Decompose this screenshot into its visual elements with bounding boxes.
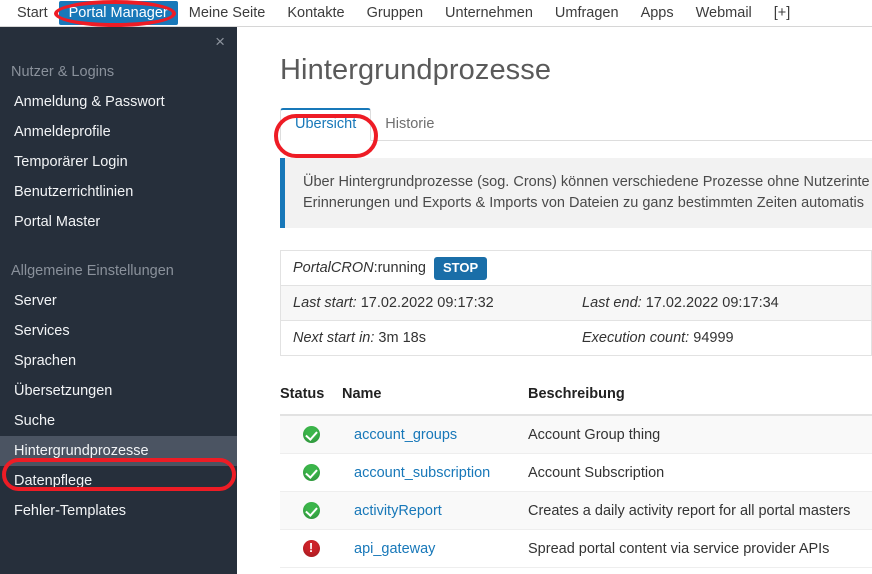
- description-cell: Creates a daily activity report for all …: [528, 491, 872, 530]
- execution-count-label: Execution count:: [582, 330, 690, 346]
- sidebar-item-1-1[interactable]: Services: [0, 316, 237, 346]
- topnav-item-8[interactable]: Webmail: [685, 1, 763, 25]
- sidebar-item-0-4[interactable]: Portal Master: [0, 207, 237, 237]
- topnav-item-7[interactable]: Apps: [630, 1, 685, 25]
- column-header-0: Status: [280, 378, 342, 416]
- last-end-label: Last end:: [582, 295, 642, 311]
- sidebar-item-1-4[interactable]: Suche: [0, 406, 237, 436]
- table-head: Status Name Beschreibung: [280, 378, 872, 416]
- next-start-cell: Next start in: 3m 18s: [293, 330, 582, 346]
- process-link[interactable]: api_gateway: [342, 541, 435, 557]
- last-start-cell: Last start: 17.02.2022 09:17:32: [293, 295, 582, 311]
- last-end-value: 17.02.2022 09:17:34: [645, 295, 779, 311]
- info-alert-line-2: Erinnerungen und Exports & Imports von D…: [303, 195, 864, 211]
- main-content: Hintergrundprozesse Übersicht Historie Üb…: [248, 27, 872, 574]
- cron-state-row: PortalCRON:running STOP: [281, 251, 871, 286]
- status-cell: [280, 415, 342, 454]
- table-row: account_groups Account Group thing: [280, 415, 872, 454]
- name-cell: api_gateway: [342, 529, 528, 568]
- error-circle-icon: [302, 539, 320, 557]
- sidebar-item-0-0[interactable]: Anmeldung & Passwort: [0, 87, 237, 117]
- stop-button[interactable]: STOP: [433, 256, 488, 280]
- description-cell: Spread portal content via service provid…: [528, 529, 872, 568]
- description-cell: Account Subscription: [528, 453, 872, 492]
- background-process-table: Status Name Beschreibung account_groups Acc…: [280, 378, 872, 568]
- sidebar-item-0-1[interactable]: Anmeldeprofile: [0, 117, 237, 147]
- cron-status-panel: PortalCRON:running STOP Last start: 17.0…: [280, 250, 872, 356]
- info-alert: Über Hintergrundprozesse (sog. Crons) kö…: [280, 158, 872, 228]
- column-header-2: Beschreibung: [528, 378, 872, 416]
- sidebar-item-1-0[interactable]: Server: [0, 286, 237, 316]
- cron-name-label: PortalCRON: [293, 260, 374, 276]
- next-start-label: Next start in:: [293, 330, 375, 346]
- name-cell: account_groups: [342, 415, 528, 454]
- status-cell: [280, 491, 342, 530]
- sidebar-item-1-2[interactable]: Sprachen: [0, 346, 237, 376]
- topnav-item-3[interactable]: Kontakte: [276, 1, 355, 25]
- topnav-item-4[interactable]: Gruppen: [356, 1, 434, 25]
- sidebar-item-1-6[interactable]: Datenpflege: [0, 466, 237, 496]
- topnav-item-1[interactable]: Portal Manager: [58, 1, 178, 25]
- cron-times-row: Last start: 17.02.2022 09:17:32 Last end…: [281, 286, 871, 321]
- table-row: account_subscription Account Subscription: [280, 453, 872, 492]
- topnav-item-5[interactable]: Unternehmen: [434, 1, 544, 25]
- tab-0[interactable]: Übersicht: [280, 108, 372, 141]
- sidebar-item-1-7[interactable]: Fehler-Templates: [0, 496, 237, 526]
- execution-count-value: 94999: [693, 330, 734, 346]
- execution-count-cell: Execution count: 94999: [582, 330, 871, 346]
- table-header-row: Status Name Beschreibung: [280, 378, 872, 416]
- sidebar-section-title-1: Allgemeine Einstellungen: [11, 263, 174, 279]
- status-cell: [280, 529, 342, 568]
- sidebar-section-title-0: Nutzer & Logins: [11, 64, 115, 80]
- topnav-item-0[interactable]: Start: [6, 1, 59, 25]
- topnav-item-6[interactable]: Umfragen: [544, 1, 630, 25]
- cron-state-value: :running: [373, 260, 426, 276]
- check-circle-icon: [302, 426, 320, 443]
- sidebar-item-0-2[interactable]: Temporärer Login: [0, 147, 237, 177]
- next-start-value: 3m 18s: [378, 330, 426, 346]
- close-icon[interactable]: ×: [215, 33, 225, 50]
- table-row: activityReport Creates a daily activity r…: [280, 491, 872, 530]
- topnav-item-2[interactable]: Meine Seite: [178, 1, 277, 25]
- process-link[interactable]: account_groups: [342, 427, 457, 443]
- table-row: api_gateway Spread portal content via ser…: [280, 529, 872, 568]
- name-cell: activityReport: [342, 491, 528, 530]
- page-title: Hintergrundprozesse: [280, 54, 552, 86]
- process-link[interactable]: account_subscription: [342, 465, 490, 481]
- status-cell: [280, 453, 342, 492]
- last-start-value: 17.02.2022 09:17:32: [360, 295, 494, 311]
- sidebar-sections: Nutzer & Logins Anmeldung & Passwort Anmel…: [0, 27, 237, 526]
- top-navigation-bar: Start Portal Manager Meine Seite Kontakte Gr…: [0, 0, 872, 27]
- topnav-item-9[interactable]: [+]: [763, 1, 802, 25]
- last-start-label: Last start:: [293, 295, 357, 311]
- column-header-1: Name: [342, 378, 528, 416]
- sidebar-item-1-3[interactable]: Übersetzungen: [0, 376, 237, 406]
- table-body: account_groups Account Group thing account…: [280, 415, 872, 568]
- tab-1[interactable]: Historie: [371, 109, 448, 140]
- info-alert-line-1: Über Hintergrundprozesse (sog. Crons) kö…: [303, 174, 870, 190]
- sidebar: × Nutzer & Logins Anmeldung & Passwort Anm…: [0, 27, 237, 574]
- tab-bar: Übersicht Historie: [280, 108, 872, 141]
- name-cell: account_subscription: [342, 453, 528, 492]
- sidebar-item-0-3[interactable]: Benutzerrichtlinien: [0, 177, 237, 207]
- check-circle-icon: [302, 502, 320, 519]
- description-cell: Account Group thing: [528, 415, 872, 454]
- cron-next-row: Next start in: 3m 18s Execution count: 9…: [281, 321, 871, 356]
- check-circle-icon: [302, 464, 320, 481]
- sidebar-item-1-5[interactable]: Hintergrundprozesse: [0, 436, 237, 466]
- process-link[interactable]: activityReport: [342, 503, 442, 519]
- last-end-cell: Last end: 17.02.2022 09:17:34: [582, 295, 871, 311]
